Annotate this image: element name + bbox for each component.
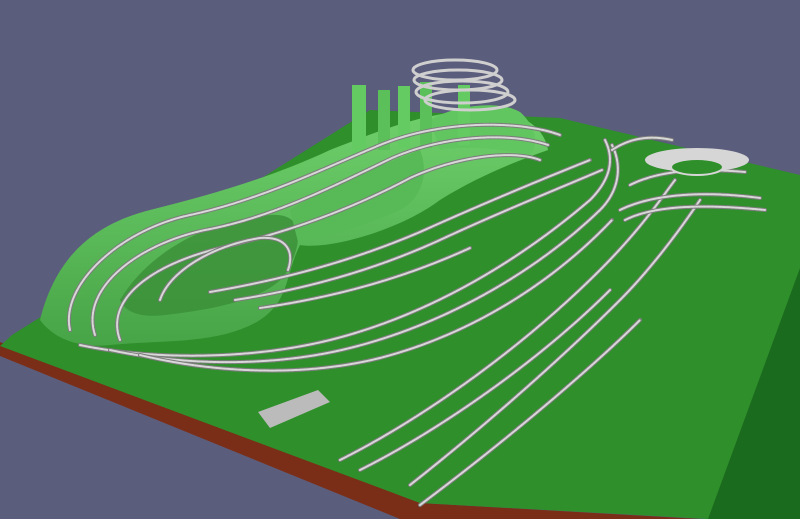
layout-scene[interactable]: [0, 0, 800, 519]
3d-viewport[interactable]: [0, 0, 800, 519]
